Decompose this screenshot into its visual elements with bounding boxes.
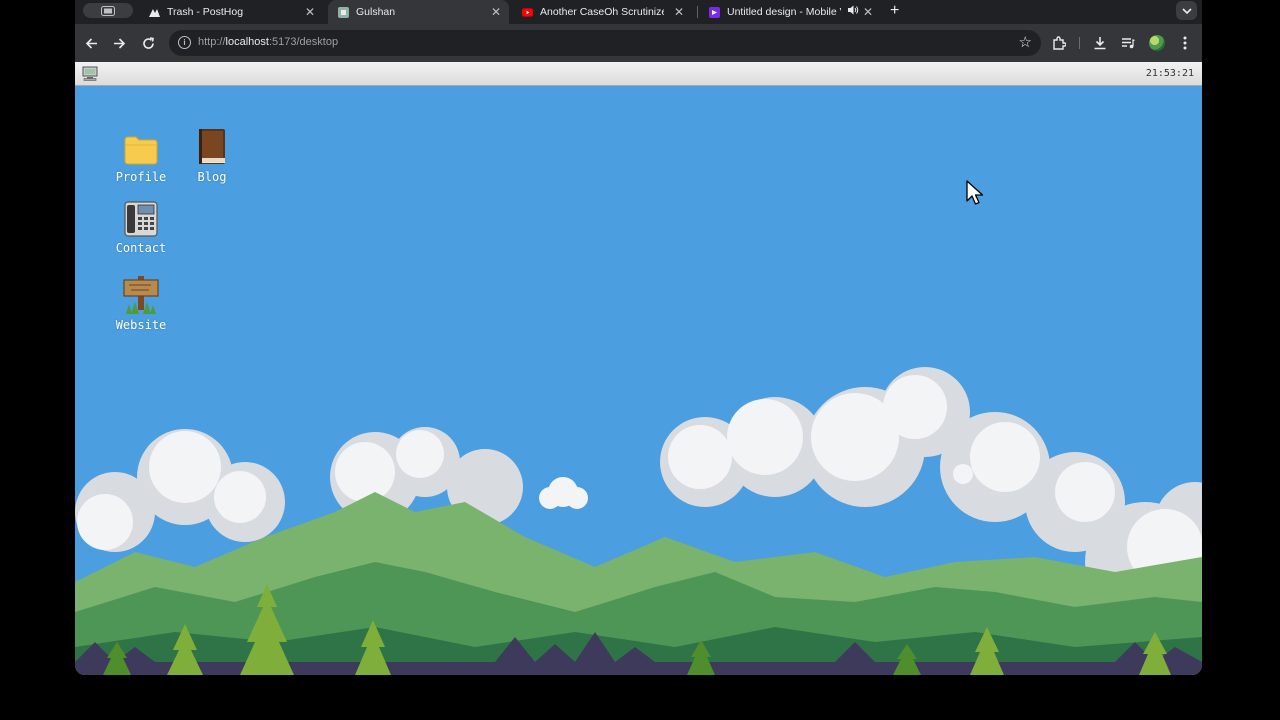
mouse-cursor-icon	[966, 180, 984, 205]
address-bar[interactable]: i http://localhost:5173/desktop ☆	[169, 30, 1041, 56]
desktop-page: 21:53:21 Profile Blog Contact Website	[75, 62, 1202, 675]
close-tab-icon[interactable]: ✕	[491, 5, 501, 19]
desktop-icon-label: Website	[115, 318, 167, 332]
desktop-icon-label: Contact	[115, 241, 167, 255]
url-path: :5173/desktop	[268, 36, 339, 48]
chevron-down-icon[interactable]	[1176, 1, 1197, 20]
browser-window: Trash - PostHog ✕ Gulshan ✕ Another Case…	[75, 0, 1202, 675]
star-icon[interactable]: ☆	[1019, 33, 1032, 51]
telephone-icon	[106, 197, 176, 237]
close-tab-icon[interactable]: ✕	[305, 5, 315, 19]
signpost-icon	[106, 272, 176, 314]
reload-icon[interactable]	[137, 32, 159, 54]
canva-icon	[709, 6, 720, 18]
computer-icon[interactable]	[82, 66, 98, 86]
desktop-icon-contact[interactable]: Contact	[106, 197, 176, 255]
desktop-menubar: 21:53:21	[75, 62, 1202, 86]
url-text[interactable]: http://localhost:5173/desktop	[198, 36, 338, 48]
tab-separator	[697, 6, 698, 18]
clock: 21:53:21	[1145, 68, 1194, 79]
posthog-icon	[149, 7, 160, 18]
tab-title: Untitled design - Mobile V	[727, 6, 841, 18]
landscape-background	[75, 367, 1202, 675]
tab-search-icon[interactable]	[83, 3, 133, 18]
tab-canva[interactable]: Untitled design - Mobile V ✕	[699, 0, 881, 24]
url-scheme: http://	[198, 36, 226, 48]
tab-trash-posthog[interactable]: Trash - PostHog ✕	[139, 0, 323, 24]
app-icon	[338, 6, 349, 18]
desktop-icon-blog[interactable]: Blog	[177, 126, 247, 184]
tab-youtube[interactable]: Another CaseOh Scrutinized ✕	[512, 0, 692, 24]
desktop-icon-label: Blog	[197, 170, 227, 184]
back-icon[interactable]	[80, 32, 102, 54]
tab-title: Trash - PostHog	[167, 6, 244, 18]
desktop-icon-profile[interactable]: Profile	[106, 126, 176, 184]
media-control-icon[interactable]	[1117, 32, 1139, 54]
new-tab-icon[interactable]: +	[890, 2, 899, 20]
book-icon	[177, 126, 247, 166]
info-icon[interactable]: i	[178, 36, 191, 49]
browser-toolbar: i http://localhost:5173/desktop ☆	[75, 24, 1202, 62]
close-tab-icon[interactable]: ✕	[674, 5, 684, 19]
youtube-icon	[522, 7, 533, 18]
extensions-icon[interactable]	[1048, 32, 1070, 54]
close-tab-icon[interactable]: ✕	[863, 5, 873, 19]
more-menu-icon[interactable]	[1174, 32, 1196, 54]
toolbar-divider	[1079, 37, 1080, 49]
speaker-icon[interactable]	[847, 4, 859, 19]
tab-strip: Trash - PostHog ✕ Gulshan ✕ Another Case…	[75, 0, 1202, 24]
tab-title: Another CaseOh Scrutinized	[540, 6, 664, 18]
folder-icon	[106, 126, 176, 166]
desktop-icon-website[interactable]: Website	[106, 272, 176, 332]
download-icon[interactable]	[1089, 32, 1111, 54]
profile-avatar[interactable]	[1149, 35, 1165, 51]
desktop-icon-label: Profile	[115, 170, 167, 184]
url-host: localhost	[225, 36, 269, 48]
tab-gulshan[interactable]: Gulshan ✕	[328, 0, 509, 24]
tab-title: Gulshan	[356, 6, 396, 18]
forward-icon[interactable]	[108, 32, 130, 54]
